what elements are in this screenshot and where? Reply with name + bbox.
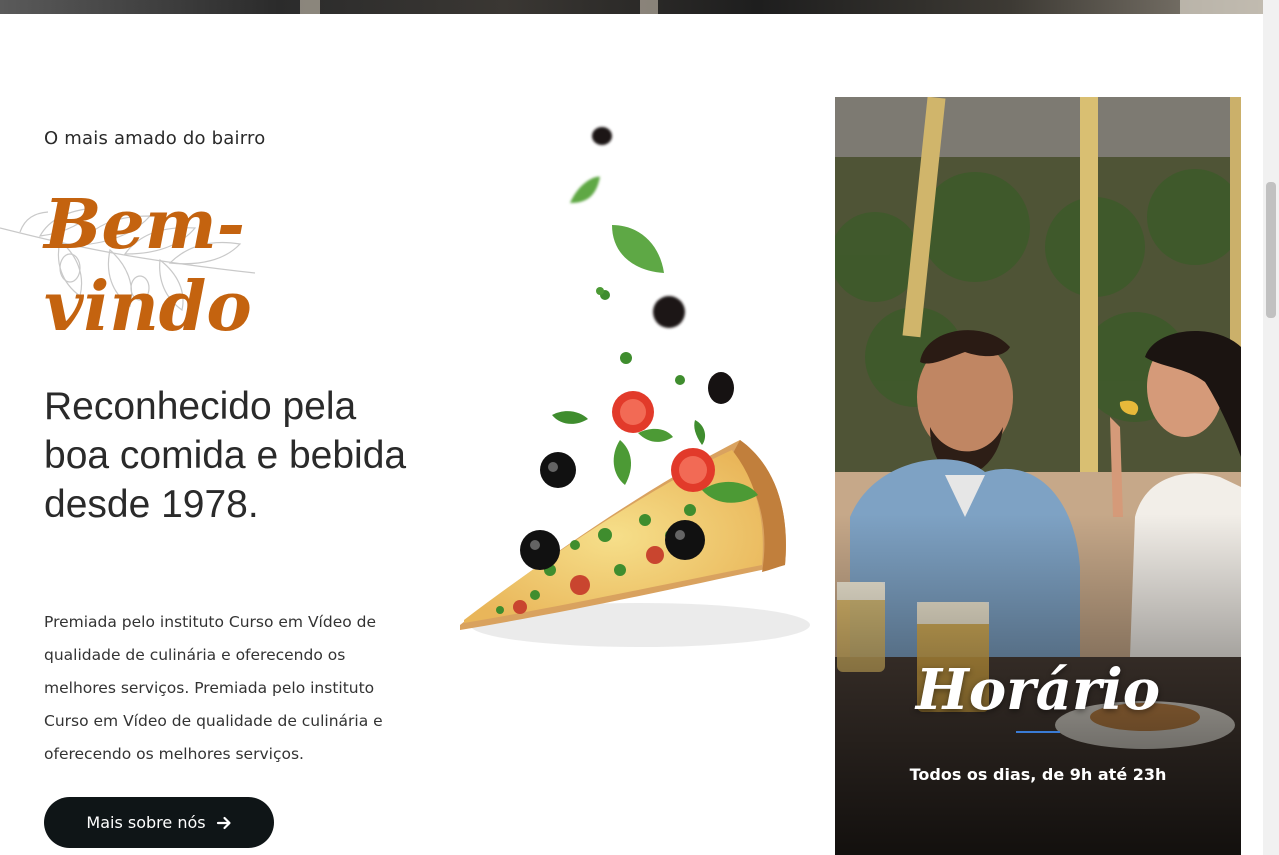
section-headline: Reconhecido pela boa comida e bebida des… [44,385,407,526]
about-us-button-label: Mais sobre nós [86,813,206,832]
section-description: Premiada pelo instituto Curso em Vídeo d… [44,613,383,763]
welcome-title-line2: vindo [44,267,252,347]
restaurant-couple-photo [835,97,1241,855]
opening-hours-title: Horário [915,657,1161,723]
about-us-button[interactable]: Mais sobre nós [44,797,274,848]
arrow-right-icon [216,816,231,829]
opening-hours-card: Horário Todos os dias, de 9h até 23h [835,97,1241,855]
hero-image-bottom-edge [0,0,1263,14]
opening-hours-text: Todos os dias, de 9h até 23h [909,765,1167,784]
section-eyebrow: O mais amado do bairro [44,128,266,149]
welcome-title-line1: Bem- [44,185,245,265]
scrollbar-thumb[interactable] [1266,182,1276,318]
pizza-slice-image [460,127,810,647]
title-divider [1016,731,1060,733]
page-scrollbar[interactable] [1263,0,1279,855]
welcome-title: Bem- vindo [44,184,284,348]
